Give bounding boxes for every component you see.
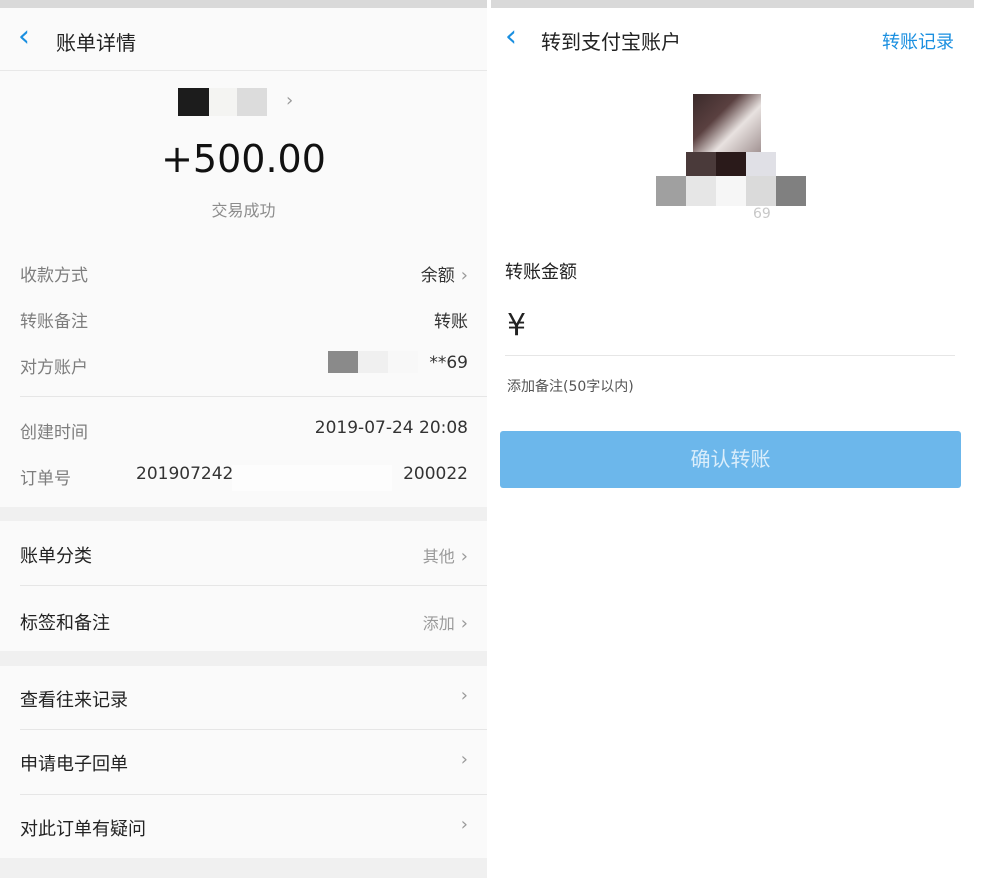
bill-detail-screen: ‹ 账单详情 › +500.00 交易成功 收款方式 余额 › 转账备注 转账 对… bbox=[0, 0, 487, 878]
detail-label: 收款方式 bbox=[20, 266, 88, 286]
confirm-transfer-button[interactable]: 确认转账 bbox=[500, 431, 961, 488]
detail-label: 转账备注 bbox=[20, 312, 88, 332]
order-number-end: 200022 bbox=[403, 464, 468, 484]
currency-symbol: ¥ bbox=[507, 308, 527, 343]
transfer-history-link[interactable]: 转账记录 bbox=[882, 28, 954, 54]
chevron-right-icon: › bbox=[460, 814, 468, 835]
detail-label: 对方账户 bbox=[20, 358, 88, 378]
menu-value: 其他 bbox=[422, 547, 455, 566]
account-suffix: 69 bbox=[753, 206, 771, 222]
amount-label: 转账金额 bbox=[505, 262, 577, 283]
payment-method[interactable]: 余额 › bbox=[421, 261, 468, 286]
transaction-status: 交易成功 bbox=[211, 201, 276, 220]
menu-label: 对此订单有疑问 bbox=[20, 819, 146, 840]
detail-value: 余额 bbox=[420, 266, 455, 286]
bill-summary-card: › +500.00 交易成功 收款方式 余额 › 转账备注 转账 对方账户 **6… bbox=[0, 71, 487, 507]
menu-label: 申请电子回单 bbox=[20, 754, 128, 775]
amount: +500.00 bbox=[161, 137, 326, 181]
back-icon[interactable]: ‹ bbox=[505, 22, 517, 52]
amount-input[interactable]: ¥ bbox=[505, 300, 955, 350]
menu-label: 标签和备注 bbox=[20, 613, 110, 634]
add-note-field[interactable]: 添加备注(50字以内) bbox=[507, 376, 634, 396]
menu-label: 账单分类 bbox=[20, 546, 92, 567]
menu-value: 添加 bbox=[422, 614, 455, 633]
chevron-right-icon: › bbox=[460, 546, 468, 567]
chevron-right-icon: › bbox=[460, 749, 468, 770]
status-bar bbox=[0, 0, 487, 8]
detail-value: 转账 bbox=[434, 312, 468, 332]
header: ‹ 账单详情 bbox=[0, 8, 487, 71]
header: ‹ 转到支付宝账户 转账记录 bbox=[491, 8, 974, 70]
transfer-screen: ‹ 转到支付宝账户 转账记录 69 转账金额 ¥ 添加备注(50字以内) 确认转… bbox=[491, 0, 974, 878]
category-card: 账单分类 其他 › 标签和备注 添加 › bbox=[0, 521, 487, 651]
order-number-mosaic bbox=[232, 465, 392, 491]
detail-value: **69 bbox=[429, 353, 468, 373]
chevron-right-icon: › bbox=[460, 265, 468, 286]
actions-card: 查看往来记录 › 申请电子回单 › 对此订单有疑问 › bbox=[0, 666, 487, 858]
menu-label: 查看往来记录 bbox=[20, 690, 128, 711]
chevron-right-icon: › bbox=[460, 613, 468, 634]
meta-value: 2019-07-24 20:08 bbox=[314, 418, 468, 438]
page-title: 账单详情 bbox=[56, 31, 136, 55]
avatar bbox=[693, 94, 761, 158]
back-icon[interactable]: ‹ bbox=[18, 22, 30, 52]
meta-label: 创建时间 bbox=[20, 423, 88, 443]
chevron-right-icon: › bbox=[286, 90, 294, 111]
divider bbox=[505, 355, 955, 356]
status-bar bbox=[491, 0, 974, 8]
divider bbox=[20, 729, 487, 730]
meta-label: 订单号 bbox=[20, 469, 71, 489]
chevron-right-icon: › bbox=[460, 685, 468, 706]
page-title: 转到支付宝账户 bbox=[541, 30, 681, 54]
divider bbox=[20, 585, 487, 586]
divider bbox=[20, 794, 487, 795]
order-number-start: 201907242 bbox=[136, 464, 234, 484]
divider bbox=[20, 396, 487, 397]
